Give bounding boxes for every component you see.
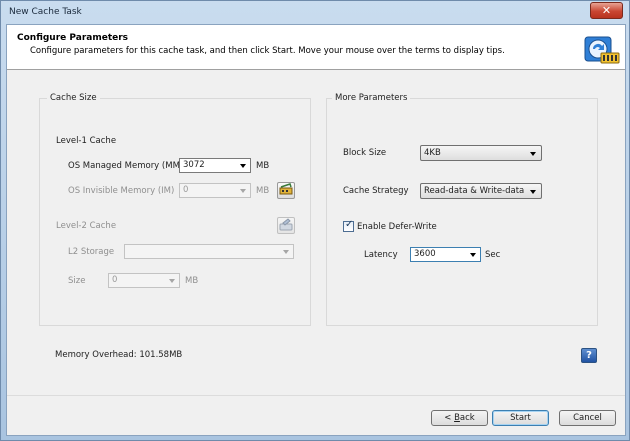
- chevron-down-icon: [240, 164, 246, 168]
- l2-storage-combo[interactable]: [124, 244, 294, 259]
- close-button[interactable]: ✕: [590, 2, 623, 19]
- dialog-window: New Cache Task ✕ Configure Parameters Co…: [0, 0, 630, 441]
- chevron-down-icon: [530, 190, 536, 194]
- start-button[interactable]: Start: [492, 410, 549, 426]
- os-invisible-memory-combo[interactable]: 0: [179, 183, 251, 198]
- cancel-button-label: Cancel: [573, 413, 602, 423]
- block-size-value: 4KB: [424, 148, 441, 158]
- os-managed-memory-combo[interactable]: 3072: [179, 158, 251, 173]
- page-title: Configure Parameters: [17, 33, 129, 43]
- memory-overhead-text: Memory Overhead: 101.58MB: [55, 350, 183, 360]
- dialog-client-area: Configure Parameters Configure parameter…: [6, 24, 626, 436]
- l2-size-unit: MB: [185, 276, 199, 286]
- latency-combo[interactable]: 3600: [410, 247, 481, 262]
- back-button-prefix: <: [444, 413, 455, 423]
- chevron-down-icon: [530, 152, 536, 156]
- cache-task-icon: [584, 36, 620, 64]
- wizard-header: Configure Parameters Configure parameter…: [7, 25, 625, 70]
- level2-cache-heading: Level-2 Cache: [56, 221, 117, 231]
- page-subtitle: Configure parameters for this cache task…: [30, 46, 505, 56]
- l2-storage-label: L2 Storage: [68, 247, 115, 257]
- block-size-label: Block Size: [343, 148, 387, 158]
- l2-size-label: Size: [68, 276, 86, 286]
- start-button-label: Start: [510, 413, 531, 423]
- disk-settings-icon: [279, 218, 293, 231]
- os-invisible-memory-label: OS Invisible Memory (IM): [68, 186, 175, 196]
- l2-size-value: 0: [112, 275, 118, 285]
- defer-write-label[interactable]: Enable Defer-Write: [357, 222, 437, 232]
- close-icon: ✕: [601, 4, 612, 17]
- latency-value: 3600: [414, 249, 436, 259]
- latency-label: Latency: [364, 250, 398, 260]
- os-managed-unit: MB: [256, 161, 270, 171]
- level2-settings-button[interactable]: [277, 217, 295, 234]
- footer-divider: [7, 395, 625, 396]
- level1-cache-heading: Level-1 Cache: [56, 136, 117, 146]
- cancel-button[interactable]: Cancel: [559, 410, 616, 426]
- cache-size-group: Cache Size Level-1 Cache OS Managed Memo…: [39, 93, 311, 326]
- block-size-select[interactable]: 4KB: [420, 145, 542, 161]
- window-title: New Cache Task: [9, 7, 82, 17]
- cache-size-legend: Cache Size: [47, 93, 100, 103]
- cache-strategy-label: Cache Strategy: [343, 186, 409, 196]
- os-managed-memory-label: OS Managed Memory (MM): [68, 161, 184, 171]
- memory-settings-button[interactable]: [277, 182, 295, 199]
- help-icon: ?: [586, 350, 592, 361]
- chevron-down-icon: [470, 253, 476, 257]
- memory-chip-icon: [279, 183, 293, 195]
- more-parameters-legend: More Parameters: [332, 93, 411, 103]
- l2-size-combo[interactable]: 0: [108, 273, 180, 288]
- help-button[interactable]: ?: [581, 348, 597, 363]
- latency-unit: Sec: [485, 250, 501, 260]
- os-invisible-memory-value: 0: [183, 185, 189, 195]
- defer-write-checkbox[interactable]: ✓: [343, 219, 354, 232]
- title-bar[interactable]: New Cache Task ✕: [1, 1, 629, 23]
- cache-strategy-value: Read-data & Write-data: [424, 186, 525, 196]
- more-parameters-group: More Parameters Block Size 4KB Cache Str…: [326, 93, 598, 326]
- checkmark-icon: ✓: [345, 219, 354, 230]
- back-button-rest: ack: [459, 413, 475, 423]
- chevron-down-icon: [240, 189, 246, 193]
- os-managed-memory-value: 3072: [183, 160, 205, 170]
- back-button[interactable]: < Back: [431, 410, 488, 426]
- chevron-down-icon: [169, 279, 175, 283]
- os-invisible-unit: MB: [256, 186, 270, 196]
- chevron-down-icon: [283, 250, 289, 254]
- cache-strategy-select[interactable]: Read-data & Write-data: [420, 183, 542, 199]
